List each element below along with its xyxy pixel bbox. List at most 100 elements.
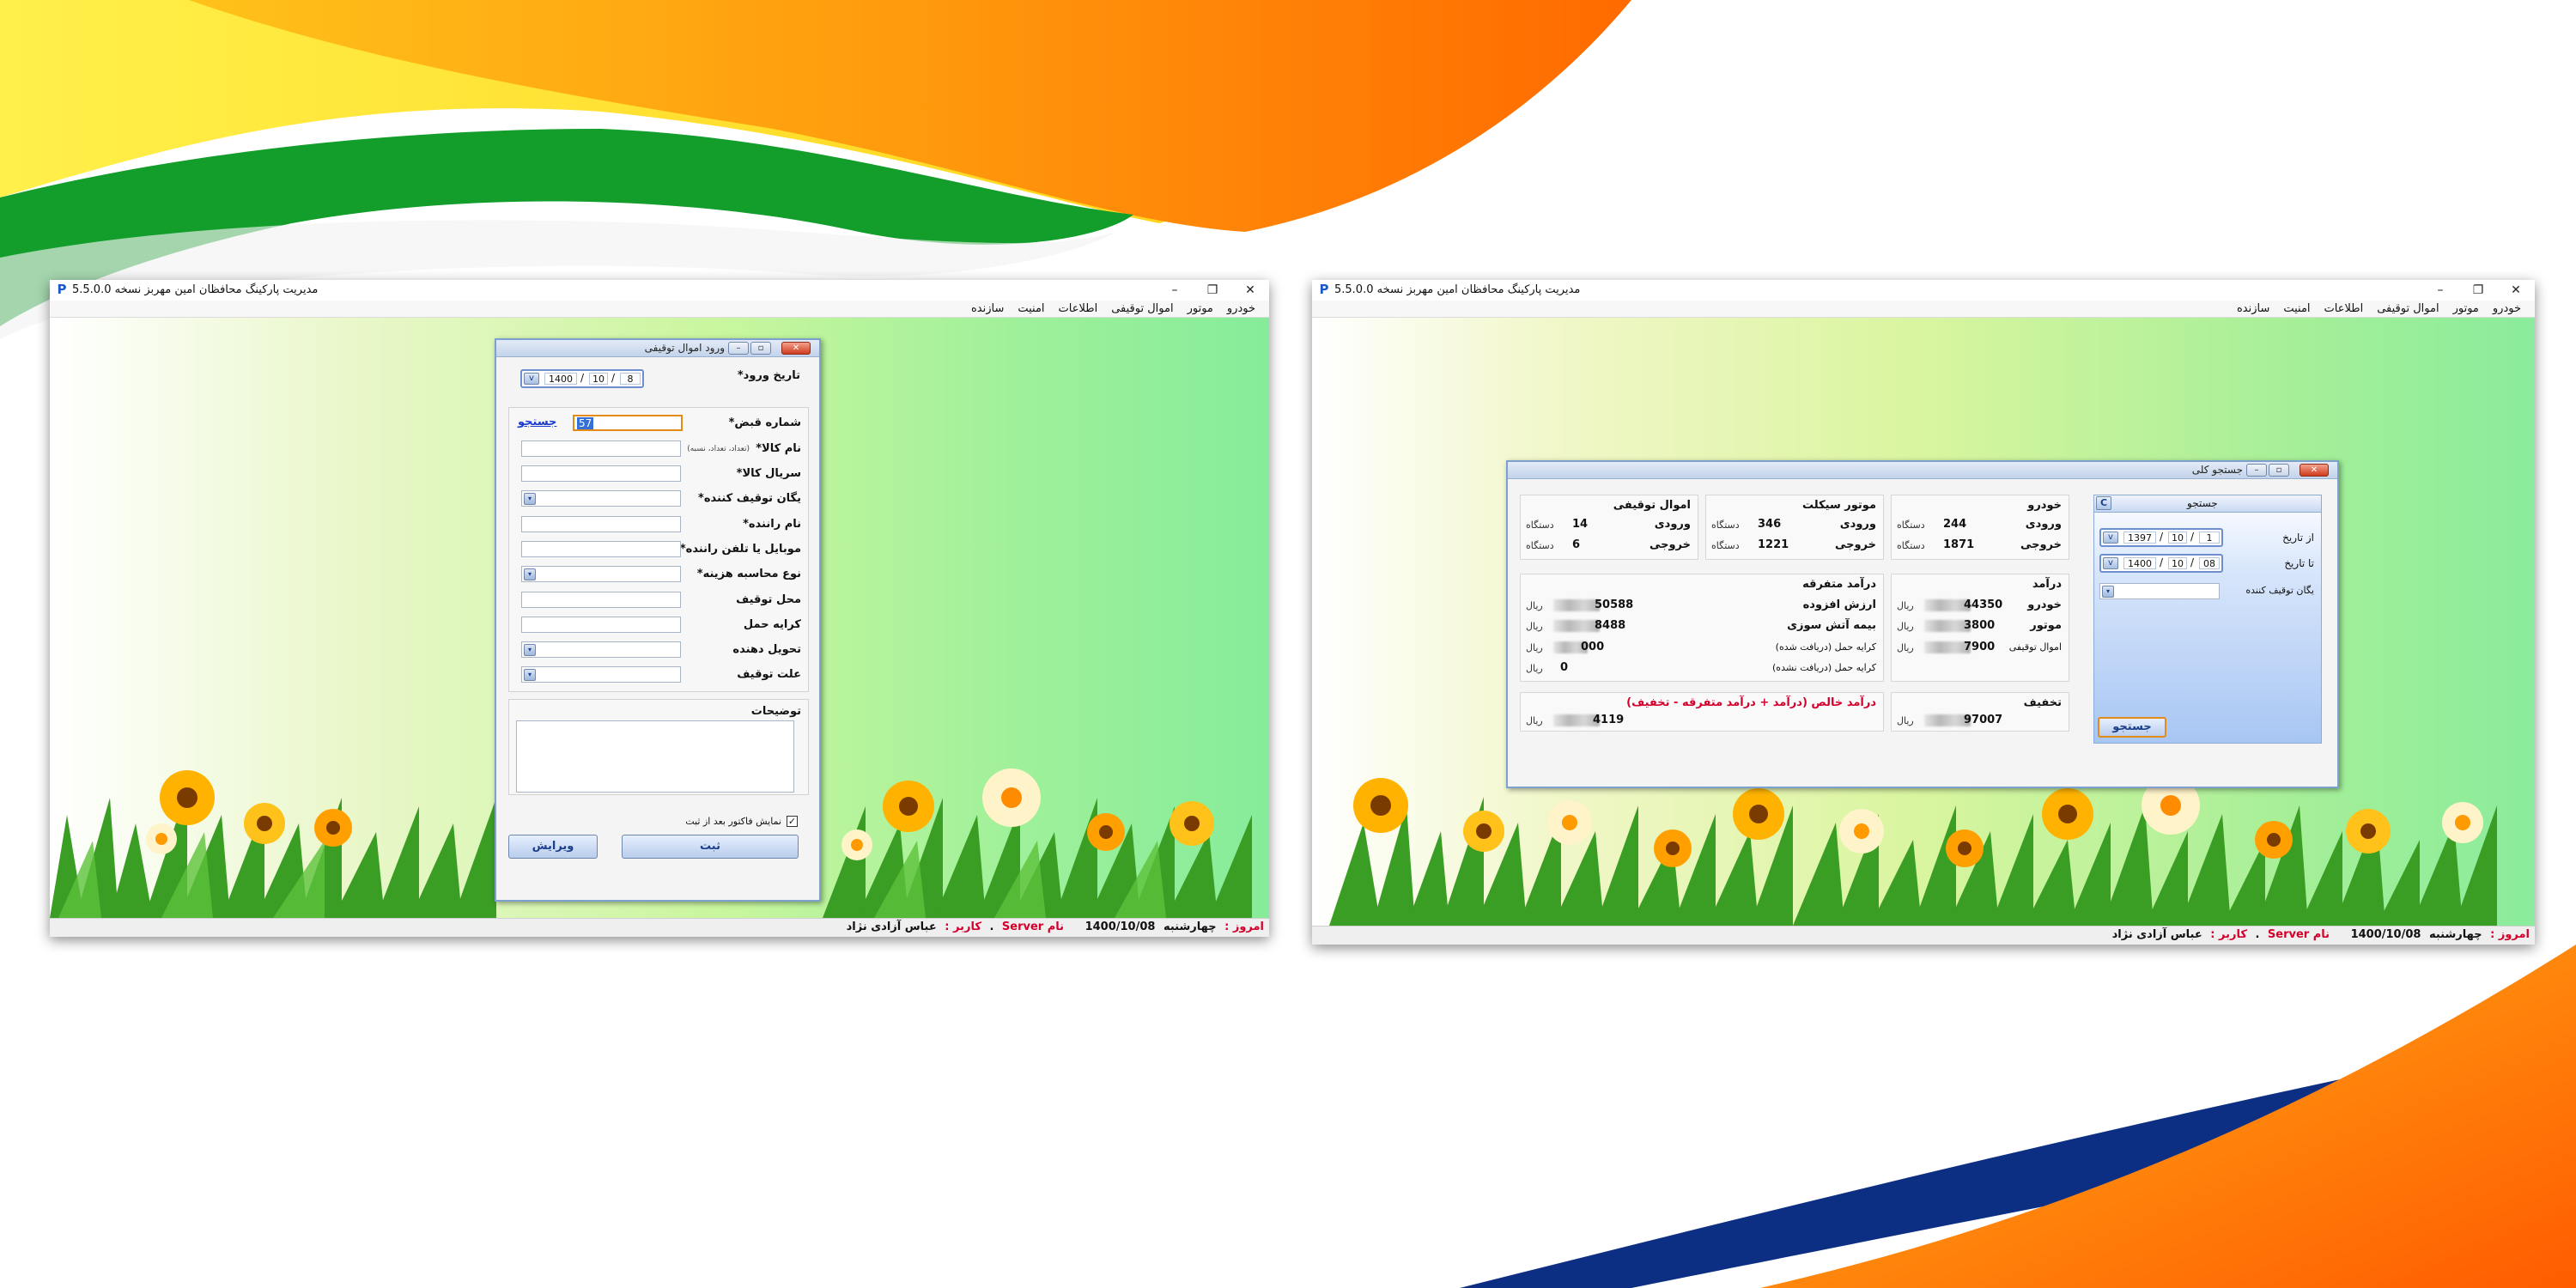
to-date-month[interactable]: 10 [2168, 557, 2187, 569]
entry-date-month[interactable]: 10 [589, 373, 608, 385]
status-server-label: نام Server [2267, 928, 2330, 941]
seizing-unit-dropdown-icon[interactable]: ▾ [524, 493, 536, 505]
motorcycle-entries-value: 346 [1758, 518, 1782, 531]
to-date-day[interactable]: 08 [2199, 557, 2220, 569]
restore-icon[interactable]: ❐ [1194, 280, 1231, 301]
from-date-day[interactable]: 1 [2199, 532, 2220, 544]
discount-unit: ریال [1897, 715, 1914, 726]
status-user-name: عباس آزادی نژاد [846, 920, 937, 933]
restore-icon[interactable]: ❐ [2459, 280, 2497, 301]
from-date-dropdown-icon[interactable]: v [2103, 532, 2118, 544]
seizure-reason-dropdown-icon[interactable]: ▾ [524, 669, 536, 681]
dialog-minimize-icon[interactable]: – [728, 342, 749, 355]
menu-security[interactable]: امنیت [1011, 301, 1051, 317]
cost-calculation-select[interactable] [521, 566, 681, 582]
deliverer-select[interactable] [521, 641, 681, 658]
notes-textarea[interactable] [516, 720, 794, 793]
item-name-input[interactable] [521, 440, 681, 457]
menu-seized-goods[interactable]: اموال توقیفی [2370, 301, 2445, 317]
item-name-label: نام کالا* [756, 442, 801, 455]
fire-insurance-value: 8488 [1595, 619, 1626, 632]
from-date-year[interactable]: 1397 [2123, 532, 2156, 544]
receipt-number-input[interactable]: 57 [573, 415, 683, 431]
driver-name-label: نام راننده* [743, 518, 801, 531]
show-invoice-checkbox[interactable]: ✓ [787, 816, 798, 827]
status-weekday: چهارشنبه [2428, 928, 2482, 941]
to-date-year[interactable]: 1400 [2123, 557, 2156, 569]
seized-stats-section: اموال توقیفی ورودی 14 دستگاه خروجی 6 دست… [1520, 495, 1698, 560]
date-separator: / [2190, 531, 2195, 543]
status-bar: امروز : چهارشنبه 1400/10/08 نام Server .… [1312, 926, 2535, 945]
cost-calculation-dropdown-icon[interactable]: ▾ [524, 568, 536, 580]
seizing-unit-select[interactable] [521, 490, 681, 507]
minimize-icon[interactable]: – [2421, 280, 2459, 301]
driver-mobile-label: موبایل یا تلفن راننده* [679, 543, 801, 556]
status-server-label: نام Server [1001, 920, 1065, 933]
close-icon[interactable]: ✕ [2497, 280, 2535, 301]
receipt-search-link[interactable]: جستجو [518, 416, 556, 428]
register-button[interactable]: ثبت [622, 835, 799, 859]
minimize-icon[interactable]: – [1156, 280, 1194, 301]
menu-bar: خودرو موتور اموال توقیفی اطلاعات امنیت س… [1312, 301, 2535, 318]
transport-fee-input[interactable] [521, 617, 681, 633]
status-date: 1400/10/08 [1084, 920, 1156, 933]
clear-button[interactable]: C [2096, 496, 2111, 510]
motorcycle-stats-title: موتور سیکلت [1802, 499, 1876, 512]
entry-date-day[interactable]: 8 [620, 373, 641, 385]
car-entries-value: 244 [1943, 518, 1967, 531]
search-pane-header: جستجو C [2094, 495, 2321, 513]
seizure-reason-select[interactable] [521, 666, 681, 683]
item-serial-input[interactable] [521, 465, 681, 482]
entry-dialog-title: ورود اموال توقیفی [644, 342, 725, 354]
motorcycle-entries-label: ورودی [1839, 518, 1876, 531]
to-date-label: تا تاریخ [2284, 557, 2314, 569]
from-date-picker[interactable]: v 1397 / 10 / 1 [2099, 528, 2223, 547]
to-date-dropdown-icon[interactable]: v [2103, 557, 2118, 569]
menu-motorcycle[interactable]: موتور [2446, 301, 2486, 317]
seized-entries-label: ورودی [1654, 518, 1691, 531]
misc-income-title: درآمد متفرقه [1802, 578, 1876, 591]
menu-information[interactable]: اطلاعات [2318, 301, 2371, 317]
menu-car[interactable]: خودرو [1220, 301, 1262, 317]
window-title: مدیریت پارکینگ محافظان امین مهربز نسخه 5… [1334, 283, 1581, 296]
menu-security[interactable]: امنیت [2276, 301, 2317, 317]
menu-car[interactable]: خودرو [2486, 301, 2528, 317]
seizure-place-input[interactable] [521, 592, 681, 608]
status-user-label: کاربر : [2210, 928, 2247, 941]
fire-insurance-masked [1553, 620, 1600, 632]
menu-information[interactable]: اطلاعات [1052, 301, 1105, 317]
edit-button[interactable]: ویرایش [508, 835, 598, 859]
app-logo-icon: P [57, 282, 67, 297]
dialog-close-icon[interactable]: ✕ [781, 342, 811, 355]
to-date-picker[interactable]: v 1400 / 10 / 08 [2099, 554, 2223, 573]
seizing-unit-dropdown-icon[interactable]: ▾ [2102, 586, 2114, 598]
dialog-restore-icon[interactable]: ▫ [750, 342, 771, 355]
entry-dialog-title-bar: ورود اموال توقیفی – ▫ ✕ [496, 340, 819, 357]
income-seized-label: اموال توقیفی [2008, 641, 2062, 653]
status-date: 1400/10/08 [2350, 928, 2421, 941]
status-today-label: امروز : [2490, 928, 2530, 941]
from-date-month[interactable]: 10 [2168, 532, 2187, 544]
deliverer-dropdown-icon[interactable]: ▾ [524, 644, 536, 656]
dialog-minimize-icon[interactable]: – [2246, 464, 2267, 477]
driver-name-input[interactable] [521, 516, 681, 532]
seizing-unit-select[interactable] [2099, 583, 2220, 599]
entry-date-picker[interactable]: v 1400 / 10 / 8 [520, 369, 644, 388]
dialog-restore-icon[interactable]: ▫ [2269, 464, 2289, 477]
entry-date-dropdown-icon[interactable]: v [524, 373, 539, 385]
net-income-section: درآمد خالص (درآمد + درآمد متفرقه - تخفیف… [1520, 692, 1884, 732]
search-dialog-title-bar: جستجو کلی – ▫ ✕ [1508, 462, 2337, 479]
seized-entries-unit: دستگاه [1526, 519, 1554, 531]
menu-seized-goods[interactable]: اموال توقیفی [1104, 301, 1180, 317]
menu-developer[interactable]: سازنده [964, 301, 1011, 317]
menu-motorcycle[interactable]: موتور [1181, 301, 1220, 317]
net-income-value: 4119 [1593, 714, 1625, 726]
entry-date-year[interactable]: 1400 [544, 373, 577, 385]
driver-mobile-input[interactable] [521, 541, 681, 557]
income-seized-unit: ریال [1897, 642, 1914, 653]
menu-developer[interactable]: سازنده [2230, 301, 2276, 317]
dialog-close-icon[interactable]: ✕ [2300, 464, 2329, 477]
status-today-label: امروز : [1224, 920, 1264, 933]
close-icon[interactable]: ✕ [1231, 280, 1269, 301]
search-button[interactable]: جستجو [2098, 717, 2166, 738]
